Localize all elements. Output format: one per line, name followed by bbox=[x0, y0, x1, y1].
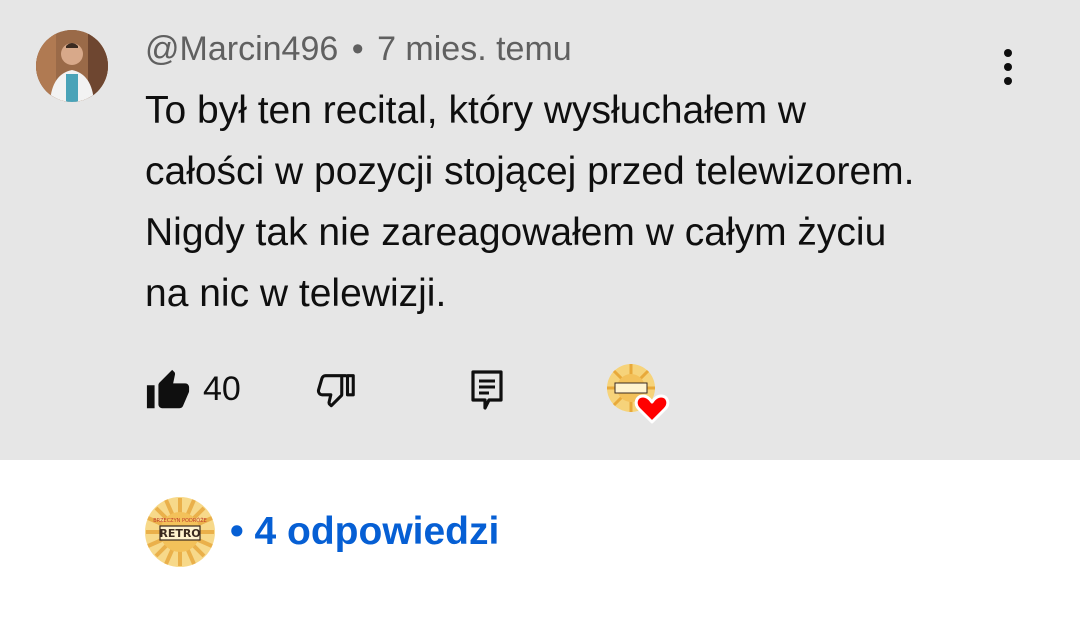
creator-heart-badge bbox=[605, 362, 673, 424]
comment-card: @Marcin496 • 7 mies. temu To był ten rec… bbox=[0, 0, 1080, 460]
view-replies-link[interactable]: • 4 odpowiedzi bbox=[230, 510, 499, 554]
author-name[interactable]: @Marcin496 bbox=[145, 30, 338, 68]
channel-logo-top-text: BRZECZYN PODRÓŻE bbox=[153, 517, 207, 524]
comment-line: To był ten recital, który wysłuchałem w bbox=[145, 89, 807, 132]
like-count: 40 bbox=[203, 370, 241, 408]
thumb-down-outline-icon bbox=[316, 374, 355, 408]
comment-actions: 40 bbox=[0, 360, 1080, 424]
author-avatar-image bbox=[36, 30, 108, 102]
like-button[interactable] bbox=[145, 368, 191, 414]
creator-heart-icon bbox=[634, 394, 670, 424]
replies-row[interactable]: BRZECZYN PODRÓŻE RETRO • 4 odpowiedzi bbox=[0, 460, 1080, 617]
comment-icon bbox=[471, 370, 503, 410]
thumb-up-filled-icon bbox=[146, 369, 190, 409]
timestamp: 7 mies. temu bbox=[377, 30, 572, 68]
replies-count-label: 4 odpowiedzi bbox=[254, 510, 500, 553]
channel-logo-main-text: RETRO bbox=[159, 527, 200, 540]
comment-line: całości w pozycji stojącej przed telewiz… bbox=[145, 150, 915, 193]
replies-separator: • bbox=[230, 510, 244, 553]
comment-text: To był ten recital, który wysłuchałem w … bbox=[145, 80, 1025, 324]
channel-avatar[interactable]: BRZECZYN PODRÓŻE RETRO bbox=[144, 496, 216, 568]
comment-header: @Marcin496 • 7 mies. temu bbox=[145, 30, 572, 69]
author-avatar[interactable] bbox=[36, 30, 108, 102]
dislike-button[interactable] bbox=[313, 368, 359, 414]
reply-button[interactable] bbox=[467, 368, 507, 412]
comment-line: Nigdy tak nie zareagowałem w całym życiu bbox=[145, 211, 887, 254]
comment-line: na nic w telewizji. bbox=[145, 272, 447, 315]
meta-separator: • bbox=[351, 30, 364, 68]
